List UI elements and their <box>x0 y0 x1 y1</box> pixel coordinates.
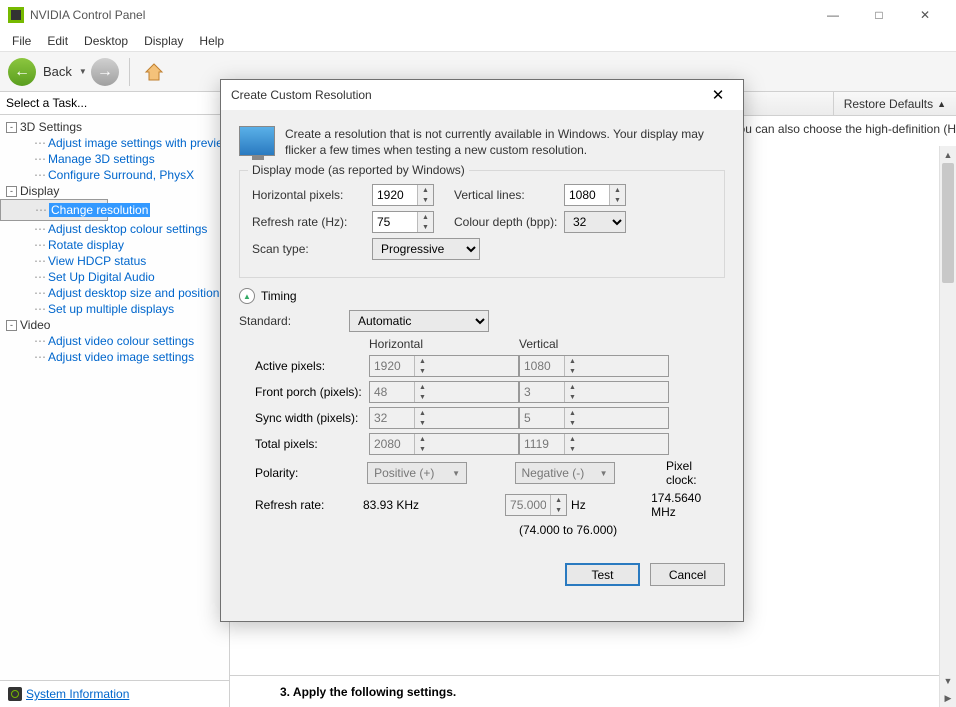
tree-adjust-image-preview[interactable]: ⋯Adjust image settings with preview <box>0 135 229 151</box>
timing-header[interactable]: ▲ Timing <box>239 288 725 304</box>
chevron-up-icon: ▲ <box>937 99 946 109</box>
menu-desktop[interactable]: Desktop <box>76 32 136 50</box>
main-description: 'ou can also choose the high-definition … <box>736 122 956 136</box>
refresh-rate-h: 83.93 KHz <box>363 498 505 512</box>
tree-multiple-displays[interactable]: ⋯Set up multiple displays <box>0 301 229 317</box>
tree-display[interactable]: -Display <box>0 183 229 199</box>
tree-video-image[interactable]: ⋯Adjust video image settings <box>0 349 229 365</box>
horizontal-pixels-input[interactable]: ▲▼ <box>372 184 434 206</box>
minimize-button[interactable]: — <box>810 0 856 30</box>
tree-video-colour[interactable]: ⋯Adjust video colour settings <box>0 333 229 349</box>
window-title: NVIDIA Control Panel <box>30 8 810 22</box>
info-icon <box>8 687 22 701</box>
sidebar: Select a Task... -3D Settings ⋯Adjust im… <box>0 92 230 707</box>
tree-digital-audio[interactable]: ⋯Set Up Digital Audio <box>0 269 229 285</box>
create-custom-resolution-dialog: Create Custom Resolution ✕ Create a reso… <box>220 79 744 622</box>
home-button[interactable] <box>140 58 168 86</box>
total-pixels-h: ▲▼ <box>369 433 519 455</box>
refresh-rate2-label: Refresh rate: <box>249 498 363 512</box>
front-porch-v: ▲▼ <box>519 381 669 403</box>
total-pixels-label: Total pixels: <box>249 437 369 451</box>
monitor-icon <box>239 126 275 156</box>
close-button[interactable]: ✕ <box>902 0 948 30</box>
back-dropdown-icon[interactable]: ▼ <box>79 67 87 76</box>
refresh-rate-label: Refresh rate (Hz): <box>252 215 372 229</box>
active-pixels-label: Active pixels: <box>249 359 369 373</box>
tree-rotate-display[interactable]: ⋯Rotate display <box>0 237 229 253</box>
refresh-rate-input[interactable]: ▲▼ <box>372 211 434 233</box>
active-pixels-v: ▲▼ <box>519 355 669 377</box>
collapse-icon[interactable]: ▲ <box>239 288 255 304</box>
refresh-rate-range: (74.000 to 76.000) <box>519 523 669 537</box>
polarity-label: Polarity: <box>249 466 367 480</box>
main-footer: 3. Apply the following settings. <box>230 675 956 707</box>
tree-change-resolution[interactable]: ⋯Change resolution <box>0 199 108 221</box>
sync-width-label: Sync width (pixels): <box>249 411 369 425</box>
dialog-intro: Create a resolution that is not currentl… <box>285 126 725 158</box>
active-pixels-h: ▲▼ <box>369 355 519 377</box>
vertical-lines-input[interactable]: ▲▼ <box>564 184 626 206</box>
polarity-h: Positive (+)▼ <box>367 462 467 484</box>
back-button[interactable]: ← <box>8 58 36 86</box>
col-horizontal: Horizontal <box>369 337 519 351</box>
system-information-link[interactable]: System Information <box>26 687 129 701</box>
tree-desktop-colour[interactable]: ⋯Adjust desktop colour settings <box>0 221 229 237</box>
menu-display[interactable]: Display <box>136 32 191 50</box>
sync-width-v: ▲▼ <box>519 407 669 429</box>
front-porch-label: Front porch (pixels): <box>249 385 369 399</box>
pixel-clock-label: Pixel clock: <box>666 459 697 487</box>
restore-defaults-button[interactable]: Restore Defaults▲ <box>833 92 956 115</box>
forward-button[interactable]: → <box>91 58 119 86</box>
sync-width-h: ▲▼ <box>369 407 519 429</box>
scroll-right-icon[interactable]: ▶ <box>940 690 956 707</box>
pixel-clock-value: 174.5640 MHz <box>651 491 725 519</box>
display-mode-group: Display mode (as reported by Windows) Ho… <box>239 170 725 278</box>
menu-help[interactable]: Help <box>191 32 232 50</box>
titlebar: NVIDIA Control Panel — □ ✕ <box>0 0 956 30</box>
tree-desktop-size[interactable]: ⋯Adjust desktop size and position <box>0 285 229 301</box>
scroll-up-icon[interactable]: ▲ <box>940 146 956 163</box>
back-label: Back <box>43 64 72 79</box>
tree-video[interactable]: -Video <box>0 317 229 333</box>
dialog-title: Create Custom Resolution <box>231 88 703 102</box>
scan-type-label: Scan type: <box>252 242 372 256</box>
dialog-close-button[interactable]: ✕ <box>703 86 733 104</box>
front-porch-h: ▲▼ <box>369 381 519 403</box>
menu-edit[interactable]: Edit <box>39 32 76 50</box>
cancel-button[interactable]: Cancel <box>650 563 725 586</box>
separator <box>129 58 130 86</box>
menubar: File Edit Desktop Display Help <box>0 30 956 52</box>
vertical-lines-label: Vertical lines: <box>454 188 564 202</box>
scroll-down-icon[interactable]: ▼ <box>940 672 956 689</box>
scan-type-select[interactable]: Progressive <box>372 238 480 260</box>
horizontal-pixels-label: Horizontal pixels: <box>252 188 372 202</box>
colour-depth-select[interactable]: 32 <box>564 211 626 233</box>
system-information[interactable]: System Information <box>0 680 229 707</box>
total-pixels-v: ▲▼ <box>519 433 669 455</box>
col-vertical: Vertical <box>519 337 669 351</box>
standard-label: Standard: <box>239 314 349 328</box>
tree-3d-settings[interactable]: -3D Settings <box>0 119 229 135</box>
scrollbar[interactable]: ▲ ▼ ▶ <box>939 146 956 707</box>
menu-file[interactable]: File <box>4 32 39 50</box>
standard-select[interactable]: Automatic <box>349 310 489 332</box>
scroll-thumb[interactable] <box>942 163 954 283</box>
tree-configure-surround[interactable]: ⋯Configure Surround, PhysX <box>0 167 229 183</box>
refresh-rate-v: ▲▼ <box>505 494 567 516</box>
maximize-button[interactable]: □ <box>856 0 902 30</box>
nvidia-icon <box>8 7 24 23</box>
colour-depth-label: Colour depth (bpp): <box>454 215 564 229</box>
sidebar-header: Select a Task... <box>0 92 229 115</box>
polarity-v: Negative (-)▼ <box>515 462 615 484</box>
task-tree: -3D Settings ⋯Adjust image settings with… <box>0 115 229 680</box>
tree-hdcp-status[interactable]: ⋯View HDCP status <box>0 253 229 269</box>
test-button[interactable]: Test <box>565 563 640 586</box>
tree-manage-3d[interactable]: ⋯Manage 3D settings <box>0 151 229 167</box>
